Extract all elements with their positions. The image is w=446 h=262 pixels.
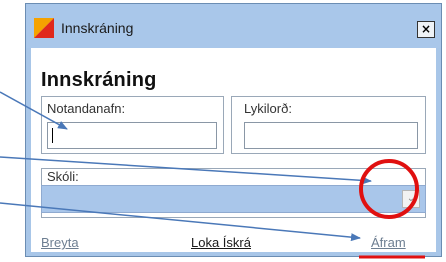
close-registration-link[interactable]: Loka Ískrá (191, 235, 251, 250)
school-select[interactable]: ⌄ (41, 185, 426, 213)
close-icon: × (420, 22, 432, 36)
title-bar[interactable]: Innskráning × (26, 4, 441, 48)
username-group: Notandanafn: (41, 96, 224, 154)
app-logo-icon (34, 18, 54, 38)
username-label: Notandanafn: (47, 101, 126, 116)
dialog-content: Innskráning Notandanafn: Lykilorð: Skóli… (31, 48, 436, 252)
screenshot-stage: Innskráning × Innskráning Notandanafn: L… (0, 0, 446, 262)
form-heading: Innskráning (41, 69, 157, 91)
change-link[interactable]: Breyta (41, 235, 79, 250)
window-title: Innskráning (61, 20, 134, 36)
school-dropdown-button[interactable]: ⌄ (402, 190, 420, 208)
chevron-down-icon: ⌄ (406, 193, 416, 204)
password-input[interactable] (244, 122, 418, 149)
school-label: Skóli: (47, 169, 79, 184)
next-link[interactable]: Áfram (371, 235, 406, 250)
password-group: Lykilorð: (231, 96, 426, 154)
text-caret (52, 128, 53, 143)
username-input[interactable] (47, 122, 217, 149)
login-dialog: Innskráning × Innskráning Notandanafn: L… (25, 3, 442, 257)
password-label: Lykilorð: (244, 101, 292, 116)
close-button[interactable]: × (417, 21, 435, 38)
